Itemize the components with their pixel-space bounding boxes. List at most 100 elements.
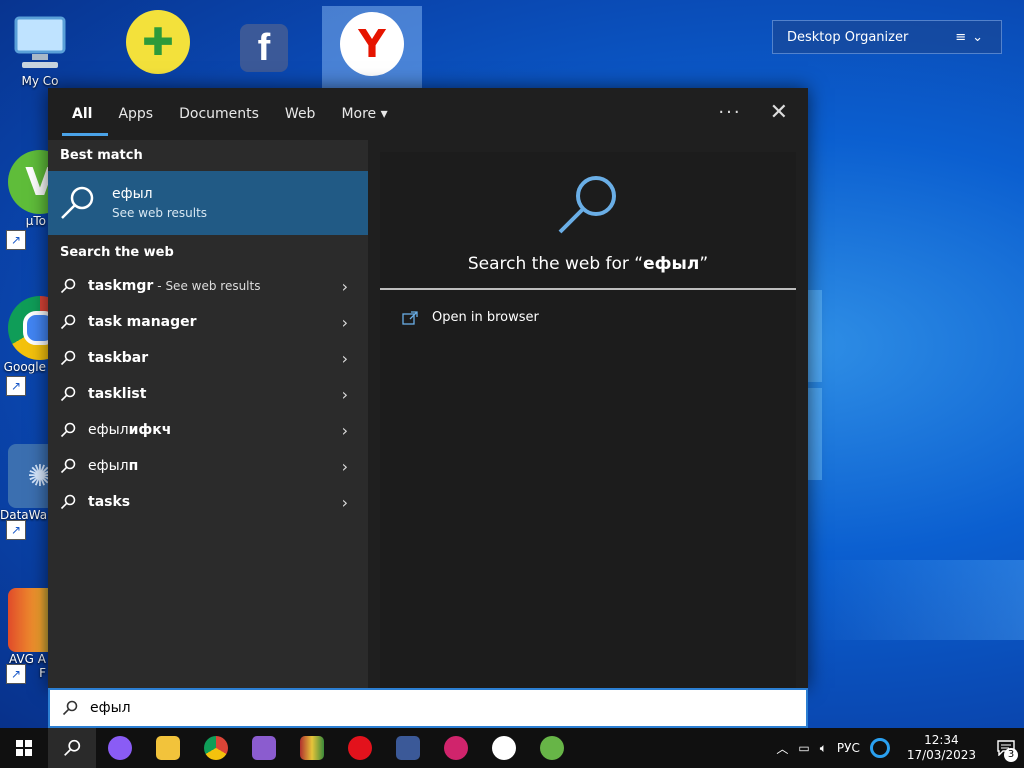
organizer-title: Desktop Organizer xyxy=(787,29,909,45)
alice-icon xyxy=(108,736,132,760)
taskbar-app[interactable] xyxy=(480,728,528,768)
search-icon xyxy=(61,186,94,219)
suggestion-text: п xyxy=(128,458,139,474)
suggestion-item[interactable]: tasklist › xyxy=(48,376,368,412)
desktop-organizer[interactable]: Desktop Organizer ≡⌄ xyxy=(772,20,1002,54)
best-match-title: ефыл xyxy=(112,186,153,202)
opera-icon xyxy=(348,736,372,760)
suggestion-item[interactable]: ефыл ифкч › xyxy=(48,412,368,448)
volume-icon[interactable]: 🔈︎ xyxy=(820,741,827,756)
taskbar-app[interactable] xyxy=(96,728,144,768)
start-button[interactable] xyxy=(0,728,48,768)
chevron-right-icon[interactable]: › xyxy=(342,421,348,440)
taskbar-app[interactable] xyxy=(528,728,576,768)
search-taskbar-button[interactable] xyxy=(48,728,96,768)
chevron-right-icon[interactable]: › xyxy=(342,349,348,368)
search-input[interactable] xyxy=(88,699,772,717)
best-match-item[interactable]: ефыл See web results xyxy=(48,171,368,235)
suggestion-prefix: ефыл xyxy=(88,422,129,438)
desktop-icon-label: My Co xyxy=(21,74,59,88)
suggestion-item[interactable]: tasks › xyxy=(48,484,368,520)
results-list: Best match ефыл See web results Search t… xyxy=(48,140,368,688)
chrome-icon xyxy=(8,296,48,360)
shortcut-arrow-icon: ↗ xyxy=(6,520,26,540)
suggestion-item[interactable]: ефыл п › xyxy=(48,448,368,484)
facebook-icon: f xyxy=(240,24,288,72)
avg-icon xyxy=(8,588,48,652)
yandex-icon: Y xyxy=(340,12,404,76)
desktop-icon-datawatch[interactable]: ✺ DataWa xyxy=(0,444,48,522)
shortcut-arrow-icon: ↗ xyxy=(6,376,26,396)
chevron-up-icon[interactable]: ︿ xyxy=(776,740,788,757)
more-options-icon[interactable]: ··· xyxy=(718,102,741,123)
preview-headline: Search the web for “ефыл” xyxy=(380,254,796,274)
desktop-icon-yandex[interactable]: Y xyxy=(322,6,422,88)
suggestion-item[interactable]: task manager › xyxy=(48,304,368,340)
close-icon[interactable]: ✕ xyxy=(770,100,788,125)
suggestion-text: tasklist xyxy=(88,386,147,402)
chrome-icon xyxy=(204,736,228,760)
chevron-right-icon[interactable]: › xyxy=(342,385,348,404)
clock-time: 12:34 xyxy=(924,733,959,747)
tab-apps[interactable]: Apps xyxy=(118,92,153,136)
search-panel: All Apps Documents Web More ▾ ··· ✕ Best… xyxy=(48,88,808,688)
search-box[interactable] xyxy=(48,688,808,728)
taskbar-app[interactable] xyxy=(384,728,432,768)
suggestion-text: taskbar xyxy=(88,350,149,366)
desktop-icon-vuze[interactable]: V µTo xyxy=(0,150,48,228)
taskbar-app[interactable] xyxy=(336,728,384,768)
tab-documents[interactable]: Documents xyxy=(179,92,259,136)
best-match-subtitle: See web results xyxy=(112,206,208,220)
panel-controls: ··· ✕ xyxy=(718,100,788,125)
search-icon xyxy=(558,176,616,234)
suggestion-text: task manager xyxy=(88,314,197,330)
tab-more-label: More xyxy=(341,106,377,122)
preview-pane: Search the web for “ефыл” Open in browse… xyxy=(380,152,796,688)
taskbar-app[interactable] xyxy=(144,728,192,768)
organizer-menu-icon[interactable]: ≡⌄ xyxy=(955,30,989,45)
suggestion-sub: - See web results xyxy=(157,279,261,293)
cortana-icon[interactable] xyxy=(869,738,890,758)
search-icon xyxy=(60,278,76,294)
search-icon xyxy=(62,700,78,716)
datawatch-icon: ✺ xyxy=(8,444,48,508)
preview-divider xyxy=(380,288,796,290)
yandex-icon xyxy=(492,736,516,760)
notifications-button[interactable]: 3 xyxy=(988,728,1024,768)
suggestion-item[interactable]: taskbar › xyxy=(48,340,368,376)
tab-web[interactable]: Web xyxy=(285,92,316,136)
desktop-icon-label: µTo xyxy=(25,214,46,228)
chevron-right-icon[interactable]: › xyxy=(342,457,348,476)
desktop-icon-facebook[interactable]: f xyxy=(224,10,304,72)
taskbar-app[interactable] xyxy=(192,728,240,768)
tab-all[interactable]: All xyxy=(61,92,110,136)
network-icon[interactable]: ▭ xyxy=(798,741,809,755)
clock[interactable]: 12:34 17/03/2023 xyxy=(907,733,976,763)
suggestion-text: tasks xyxy=(88,494,131,510)
system-tray: ︿ ▭ 🔈︎ РУС 12:34 17/03/2023 3 xyxy=(771,728,1024,768)
headline-query: ефыл xyxy=(643,254,700,274)
chevron-right-icon[interactable]: › xyxy=(342,493,348,512)
wallpaper-pane xyxy=(808,290,822,382)
chevron-right-icon[interactable]: › xyxy=(342,277,348,296)
suggestion-item[interactable]: taskmgr - See web results › xyxy=(48,268,368,304)
taskbar-app[interactable] xyxy=(432,728,480,768)
desktop-icon-computer[interactable]: My Co xyxy=(0,10,80,88)
suggestion-prefix: ефыл xyxy=(88,458,129,474)
desktop-icon-plus-app[interactable]: ✚ xyxy=(118,10,198,74)
tab-more[interactable]: More ▾ xyxy=(341,92,387,136)
search-icon xyxy=(64,739,81,756)
open-external-icon xyxy=(402,310,418,325)
desktop-icon-chrome[interactable]: Google xyxy=(0,296,48,374)
taskbar-app[interactable] xyxy=(288,728,336,768)
open-in-browser-button[interactable]: Open in browser xyxy=(402,310,539,325)
language-indicator[interactable]: РУС xyxy=(837,741,860,755)
search-icon xyxy=(60,458,76,474)
search-icon xyxy=(60,386,76,402)
chevron-right-icon[interactable]: › xyxy=(342,313,348,332)
wallpaper-pane xyxy=(808,388,822,480)
open-in-browser-label: Open in browser xyxy=(432,310,539,325)
search-icon xyxy=(60,314,76,330)
taskbar-app[interactable] xyxy=(240,728,288,768)
chevron-down-icon: ▾ xyxy=(380,106,388,122)
